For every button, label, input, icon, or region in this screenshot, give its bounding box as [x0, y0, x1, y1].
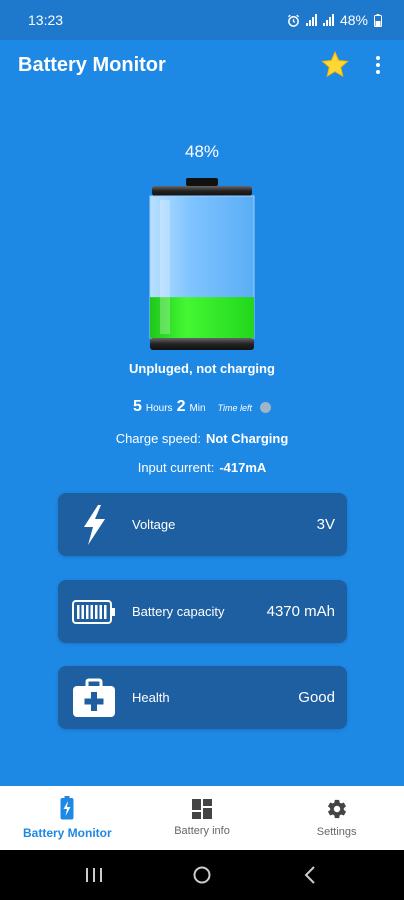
status-icons: 48% — [287, 12, 382, 28]
time-left-minutes-unit: Min — [189, 403, 206, 414]
card-value: 4370 mAh — [266, 603, 335, 620]
card-label: Health — [132, 690, 170, 705]
time-left-minutes: 2 — [176, 398, 186, 415]
charge-speed-value: Not Charging — [205, 431, 289, 446]
nav-battery-monitor[interactable]: Battery Monitor — [0, 786, 135, 850]
signal-icon — [305, 14, 317, 26]
charge-speed-row: Charge speed: Not Charging — [0, 431, 404, 446]
battery-percent: 48% — [184, 142, 220, 161]
more-options-button[interactable] — [370, 53, 386, 77]
nav-label: Settings — [316, 826, 357, 838]
status-bar: 13:23 48% — [0, 0, 404, 40]
home-button[interactable] — [182, 855, 222, 895]
info-icon[interactable] — [260, 401, 272, 413]
battery-capacity-card[interactable]: Battery capacity 4370 mAh — [58, 580, 347, 643]
back-button[interactable] — [290, 855, 330, 895]
nav-battery-info[interactable]: Battery info — [135, 786, 270, 850]
voltage-card[interactable]: Voltage 3V — [58, 493, 347, 556]
input-current-label: Input current: — [137, 460, 215, 475]
time-left: 5 Hours 2 Min Time left — [0, 398, 404, 416]
system-navigation-bar — [0, 850, 404, 900]
signal-icon — [322, 14, 334, 26]
battery-level-graphic — [149, 178, 255, 350]
back-icon — [304, 866, 315, 884]
app-title: Battery Monitor — [18, 53, 166, 76]
time-left-hours: 5 — [132, 398, 142, 415]
time-left-label: Time left — [217, 403, 253, 413]
lightning-icon — [68, 499, 120, 551]
nav-label: Battery Monitor — [23, 826, 112, 840]
health-kit-icon — [68, 672, 120, 724]
charging-state: Unpluged, not charging — [129, 361, 275, 376]
input-current-value: -417mA — [219, 460, 267, 475]
grid-icon — [192, 799, 212, 819]
battery-capacity-icon — [68, 586, 120, 638]
time-left-hours-unit: Hours — [145, 403, 173, 414]
gear-icon — [327, 799, 346, 819]
input-current-row: Input current: -417mA — [0, 460, 404, 475]
nav-label: Battery info — [174, 825, 230, 837]
charge-speed-label: Charge speed: — [115, 431, 201, 446]
nav-settings[interactable]: Settings — [269, 786, 404, 850]
status-battery-percent: 48% — [339, 12, 368, 28]
card-value: 3V — [316, 516, 335, 533]
card-label: Battery capacity — [132, 604, 225, 619]
bottom-navigation: Battery Monitor Battery info Settings — [0, 786, 404, 850]
star-icon — [321, 51, 349, 78]
app-bar: Battery Monitor — [0, 40, 404, 90]
health-card[interactable]: Health Good — [58, 666, 347, 729]
card-value: Good — [298, 689, 335, 706]
home-icon — [193, 866, 211, 884]
alarm-icon — [287, 14, 300, 27]
status-time: 13:23 — [28, 12, 64, 28]
favorite-star-button[interactable] — [318, 48, 352, 82]
card-label: Voltage — [132, 517, 176, 532]
battery-status-icon — [374, 13, 382, 27]
recent-apps-icon — [86, 868, 102, 882]
recent-apps-button[interactable] — [74, 855, 114, 895]
battery-bolt-icon — [60, 796, 74, 820]
